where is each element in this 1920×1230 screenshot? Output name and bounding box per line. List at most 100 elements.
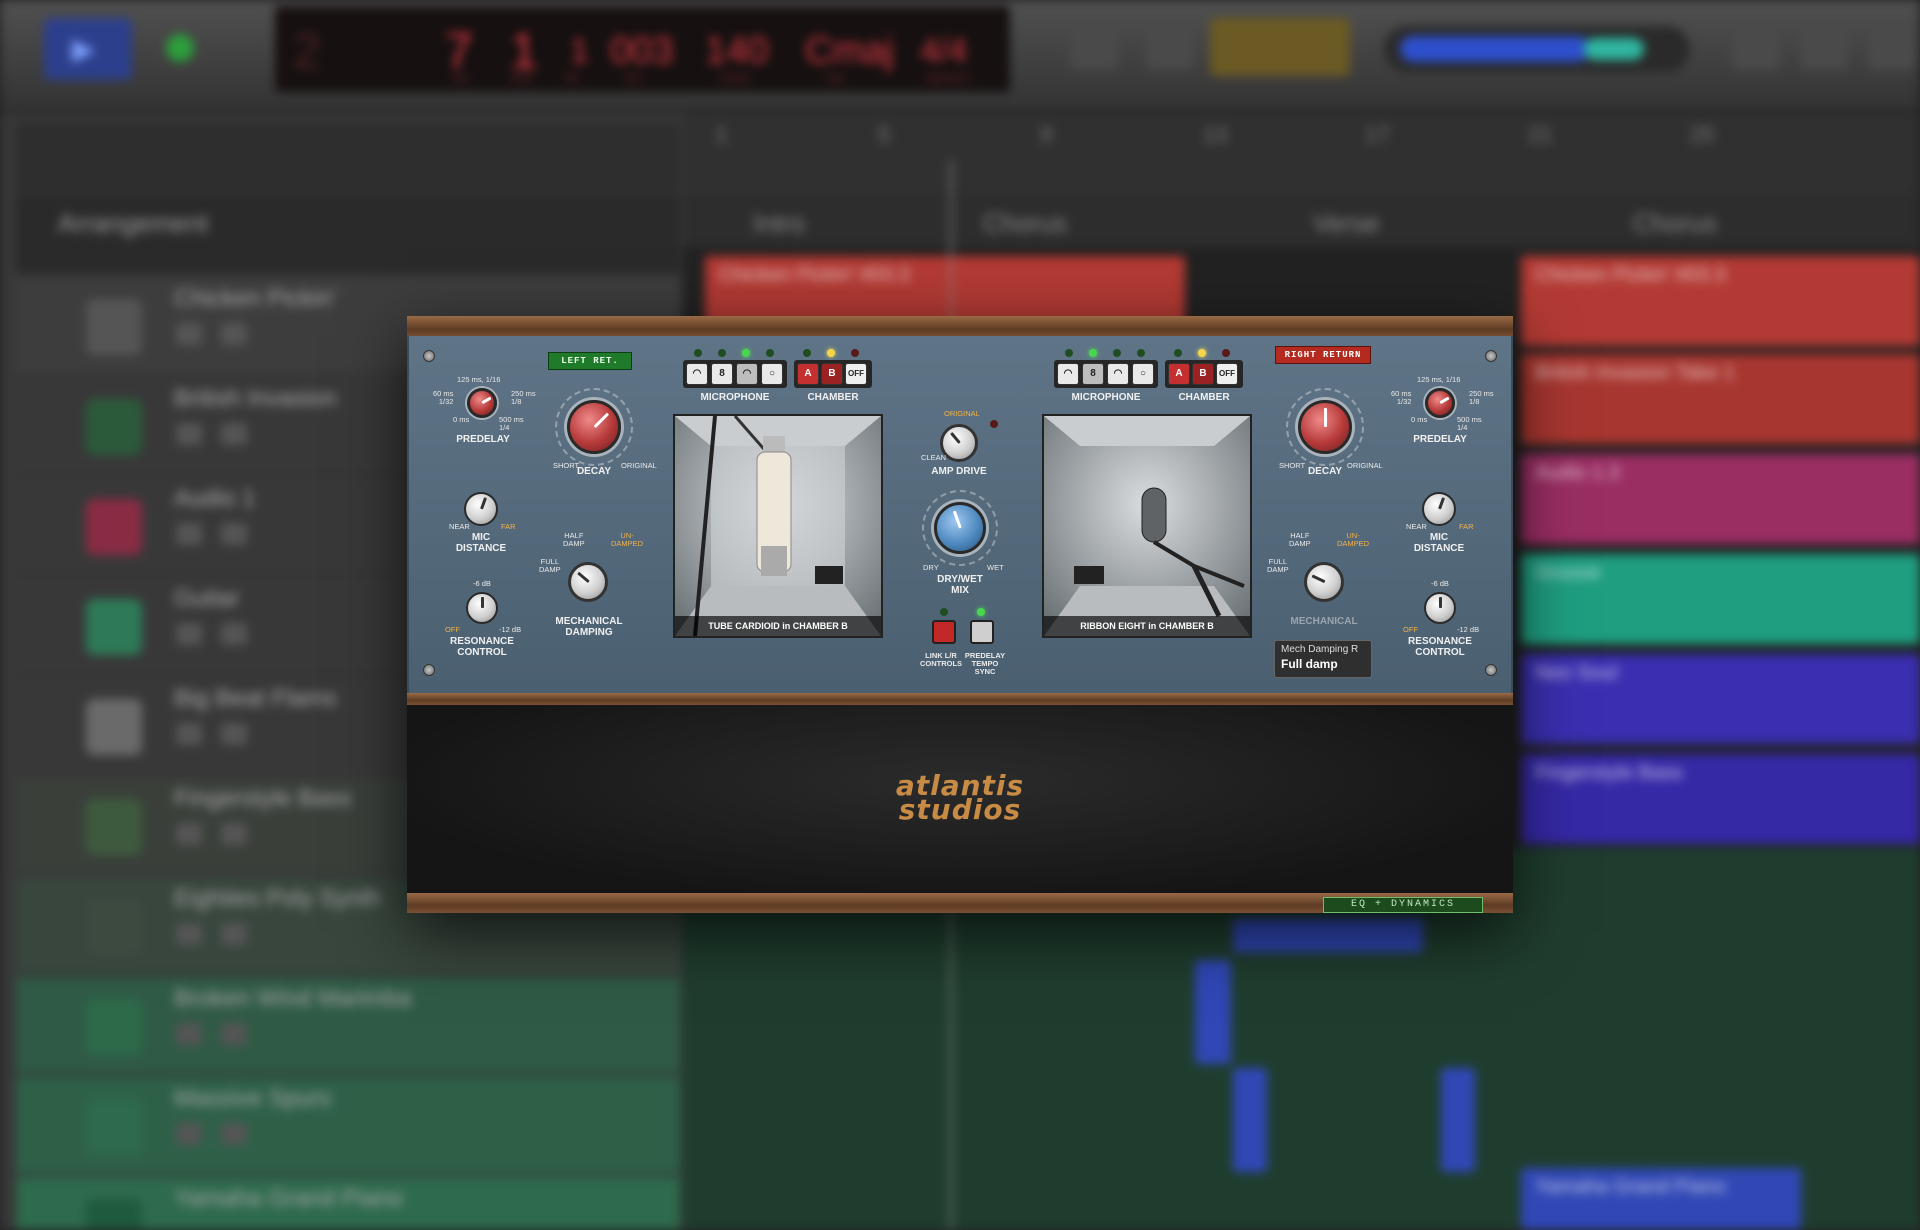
- mic-option-button[interactable]: ◠: [686, 363, 708, 385]
- track-icon: [86, 399, 142, 455]
- mute-button[interactable]: [176, 923, 202, 945]
- mute-button[interactable]: [176, 323, 202, 345]
- region[interactable]: Fingerstyle Bass: [1521, 754, 1920, 844]
- lcd-key[interactable]: Cmaj: [805, 30, 894, 73]
- lcd-tempo[interactable]: 140: [705, 30, 768, 73]
- solo-button[interactable]: [221, 523, 247, 545]
- microphone-selector-left: ◠ 8 ◠ ○: [683, 360, 787, 388]
- solo-button[interactable]: [221, 323, 247, 345]
- marker-label[interactable]: Chorus: [1633, 208, 1717, 239]
- solo-button[interactable]: [221, 1123, 247, 1145]
- track-name: Guitar: [174, 585, 240, 612]
- mic-distance-knob-left[interactable]: [464, 492, 498, 526]
- chamber-b-button[interactable]: B: [1192, 363, 1214, 385]
- predelay-knob-right[interactable]: [1425, 388, 1455, 418]
- marker-label[interactable]: Verse: [1313, 208, 1380, 239]
- predelay-label: PREDELAY: [456, 434, 510, 445]
- mech-damping-knob-left[interactable]: [568, 562, 608, 602]
- master-volume-slider[interactable]: [1384, 26, 1690, 72]
- mute-button[interactable]: [176, 623, 202, 645]
- catch-button[interactable]: [1070, 22, 1118, 70]
- lcd-display: 2 7 1 1 003 140 Cmaj 4/4 bar beat div ti…: [275, 6, 1010, 92]
- mic-option-button[interactable]: ◠: [736, 363, 758, 385]
- chamber-label: CHAMBER: [1178, 392, 1230, 403]
- dry-wet-knob[interactable]: [934, 502, 986, 554]
- wood-top: [407, 316, 1513, 338]
- mute-button[interactable]: [176, 1123, 202, 1145]
- track-name: British Invasion: [174, 385, 337, 412]
- resonance-knob-right[interactable]: [1424, 592, 1456, 624]
- link-lr-button[interactable]: [932, 620, 956, 644]
- track-row[interactable]: Massive Spurs: [16, 1077, 680, 1175]
- chamber-a-button[interactable]: A: [1168, 363, 1190, 385]
- notepad-button[interactable]: [1732, 22, 1780, 70]
- predelay-knob-left[interactable]: [467, 388, 497, 418]
- region[interactable]: Groove: [1521, 554, 1920, 644]
- region[interactable]: [1441, 1068, 1475, 1172]
- marker-label[interactable]: Chorus: [983, 208, 1067, 239]
- mute-button[interactable]: [176, 423, 202, 445]
- chamber-off-button[interactable]: OFF: [845, 363, 867, 385]
- mic-distance-knob-right[interactable]: [1422, 492, 1456, 526]
- amp-clean-label: CLEAN: [921, 453, 947, 462]
- damping-full-label: FULL DAMP: [539, 557, 561, 574]
- predelay-tempo-sync-button[interactable]: [970, 620, 994, 644]
- mute-button[interactable]: [176, 1023, 202, 1045]
- resonance-knob-left[interactable]: [466, 592, 498, 624]
- mute-button[interactable]: [176, 523, 202, 545]
- mic-option-button[interactable]: ○: [761, 363, 783, 385]
- region[interactable]: Yamaha Grand Piano: [1521, 1168, 1801, 1230]
- play-icon: ▶: [72, 33, 96, 66]
- chamber-led: [827, 349, 835, 357]
- mic-option-button[interactable]: 8: [711, 363, 733, 385]
- count-in-button[interactable]: [1210, 18, 1350, 76]
- solo-button[interactable]: [221, 823, 247, 845]
- record-button[interactable]: [166, 34, 194, 62]
- pencil-tool-button[interactable]: [1146, 22, 1194, 70]
- decay-label: DECAY: [1307, 466, 1343, 477]
- mic-led: [694, 349, 702, 357]
- solo-button[interactable]: [221, 423, 247, 445]
- track-name: Audio 1: [174, 485, 256, 512]
- mic-option-button[interactable]: 8: [1082, 363, 1104, 385]
- solo-button[interactable]: [221, 623, 247, 645]
- mic-option-button[interactable]: ◠: [1057, 363, 1079, 385]
- decay-knob-left[interactable]: [567, 400, 621, 454]
- mute-button[interactable]: [176, 723, 202, 745]
- browser-button[interactable]: [1868, 22, 1916, 70]
- solo-button[interactable]: [221, 1023, 247, 1045]
- track-row[interactable]: Broken Wind Marimba: [16, 977, 680, 1075]
- region[interactable]: [1233, 1068, 1267, 1172]
- mech-damping-knob-right[interactable]: [1304, 562, 1344, 602]
- chamber-off-button[interactable]: OFF: [1216, 363, 1238, 385]
- arrangement-markers[interactable]: Intro Chorus Verse Chorus: [683, 194, 1920, 248]
- region-label: British Invasion Take 1: [1535, 362, 1735, 384]
- marker-label[interactable]: Intro: [753, 208, 805, 239]
- region[interactable]: [1233, 918, 1423, 952]
- chamber-a-button[interactable]: A: [797, 363, 819, 385]
- solo-button[interactable]: [221, 723, 247, 745]
- track-row[interactable]: Yamaha Grand Piano: [16, 1177, 680, 1230]
- eq-dynamics-button[interactable]: EQ + DYNAMICS: [1323, 897, 1483, 913]
- loop-browser-button[interactable]: [1800, 22, 1848, 70]
- mic-option-button[interactable]: ◠: [1107, 363, 1129, 385]
- play-button[interactable]: ▶: [44, 18, 132, 80]
- decay-knob-right[interactable]: [1298, 400, 1352, 454]
- mute-button[interactable]: [176, 823, 202, 845]
- region[interactable]: British Invasion Take 1: [1521, 354, 1920, 444]
- region[interactable]: Neo Soul: [1521, 654, 1920, 744]
- mech-damping-label: MECHANICAL: [1290, 616, 1358, 627]
- chamber-b-button[interactable]: B: [821, 363, 843, 385]
- region[interactable]: Audio 1.3: [1521, 454, 1920, 544]
- lcd-signature[interactable]: 4/4: [920, 32, 967, 71]
- resonance-low-label: -12 dB: [499, 625, 522, 634]
- region[interactable]: Chicken Pickin' #03.3: [1521, 256, 1920, 346]
- bar-ruler[interactable]: 1 5 9 13 17 21 25: [683, 112, 1920, 194]
- mic-led: [1137, 349, 1145, 357]
- screw-icon: [423, 664, 435, 676]
- solo-button[interactable]: [221, 923, 247, 945]
- mic-option-button[interactable]: ○: [1132, 363, 1154, 385]
- mic-led: [742, 349, 750, 357]
- lcd-tick: 003: [610, 30, 674, 72]
- region[interactable]: [1195, 960, 1231, 1064]
